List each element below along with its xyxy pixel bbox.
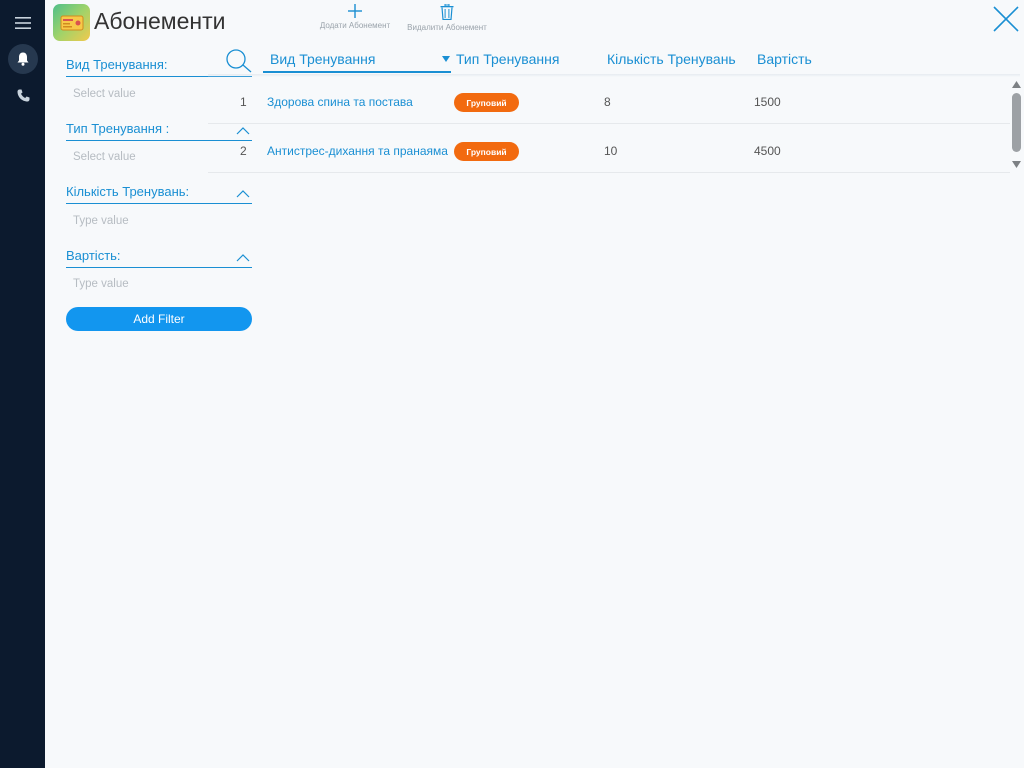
row-index: 1 <box>240 95 247 109</box>
column-header-training-type[interactable]: Тип Тренування <box>456 51 559 67</box>
menu-icon[interactable] <box>8 8 38 38</box>
filter-label-text: Вартість: <box>66 248 121 263</box>
scroll-down-arrow[interactable] <box>1012 161 1021 168</box>
filter-label-text: Кількість Тренувань: <box>66 184 190 199</box>
scrollbar-thumb[interactable] <box>1012 93 1021 152</box>
column-header-training-kind[interactable]: Вид Тренування <box>263 51 451 73</box>
table-row[interactable]: 1 Здорова спина та постава Груповий 8 15… <box>208 75 1010 124</box>
search-icon[interactable] <box>224 49 252 73</box>
training-type-badge: Груповий <box>454 142 519 161</box>
column-header-training-count[interactable]: Кількість Тренувань <box>607 51 736 67</box>
filter-label-text: Вид Тренування: <box>66 57 168 72</box>
scroll-up-arrow[interactable] <box>1012 81 1021 88</box>
table-row[interactable]: 2 Антистрес-дихання та пранаяма Груповий… <box>208 124 1010 173</box>
column-header-price[interactable]: Вартість <box>757 51 812 67</box>
left-rail <box>0 0 45 768</box>
training-price: 4500 <box>754 144 781 158</box>
chevron-up-icon[interactable] <box>236 189 250 199</box>
delete-subscription-label: Видалити Абонемент <box>407 23 487 32</box>
bell-icon[interactable] <box>8 44 38 74</box>
page-title: Абонементи <box>94 8 226 34</box>
filter-label-text: Тип Тренування : <box>66 121 170 136</box>
training-name-link[interactable]: Здорова спина та постава <box>267 95 413 109</box>
add-subscription-button[interactable]: Додати Абонемент <box>314 4 396 30</box>
ticket-icon <box>53 4 90 41</box>
training-kind-select[interactable]: Select value <box>73 88 136 100</box>
training-type-badge: Груповий <box>454 93 519 112</box>
row-index: 2 <box>240 144 247 158</box>
training-count: 8 <box>604 95 611 109</box>
add-filter-button[interactable]: Add Filter <box>66 307 252 331</box>
filter-label-price[interactable]: Вартість: <box>66 248 252 268</box>
plus-icon <box>348 4 362 18</box>
price-input[interactable]: Type value <box>73 278 129 290</box>
close-icon[interactable] <box>991 4 1021 34</box>
filter-label-training-count[interactable]: Кількість Тренувань: <box>66 184 252 204</box>
training-name-link[interactable]: Антистрес-дихання та пранаяма <box>267 144 448 158</box>
delete-subscription-button[interactable]: Видалити Абонемент <box>401 4 493 32</box>
training-type-select[interactable]: Select value <box>73 151 136 163</box>
add-subscription-label: Додати Абонемент <box>319 21 391 30</box>
training-count: 10 <box>604 144 618 158</box>
training-price: 1500 <box>754 95 781 109</box>
phone-icon[interactable] <box>8 80 38 110</box>
sort-down-icon[interactable] <box>442 56 450 62</box>
chevron-up-icon[interactable] <box>236 253 250 263</box>
training-count-input[interactable]: Type value <box>73 215 129 227</box>
trash-icon <box>440 4 454 20</box>
